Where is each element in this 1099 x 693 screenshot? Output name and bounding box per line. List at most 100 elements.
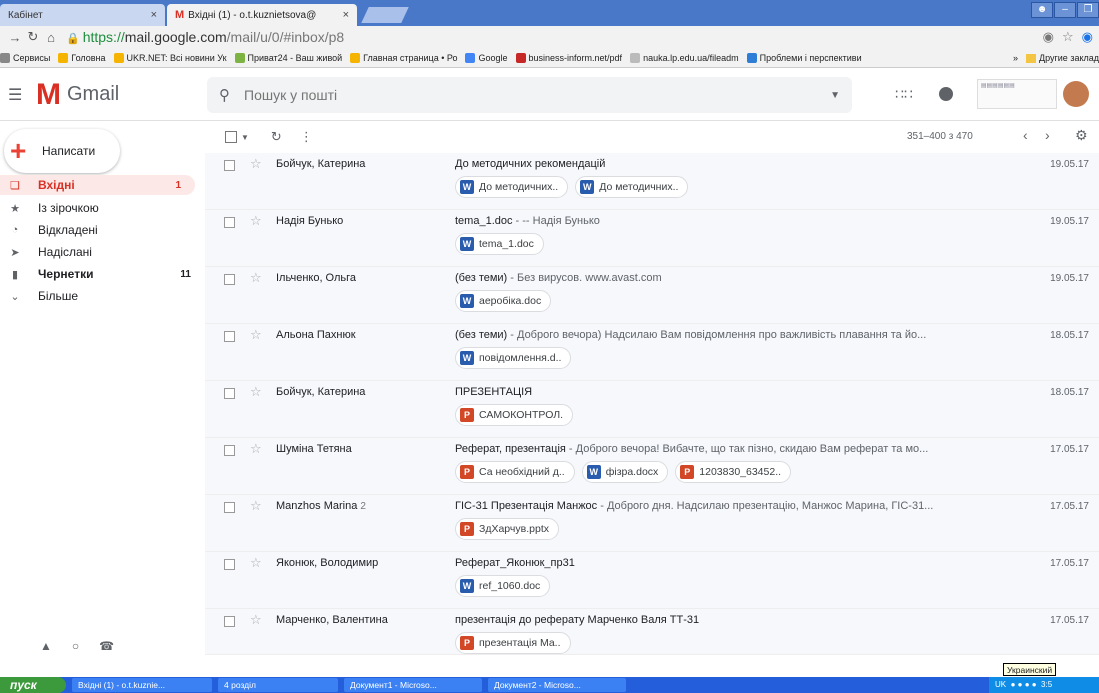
- compose-button[interactable]: + Написати: [4, 129, 120, 173]
- sidebar-item[interactable]: ⌄ Більше: [0, 285, 205, 307]
- bookmark-item[interactable]: Главная страница • Ро: [350, 52, 457, 63]
- bookmark-item[interactable]: nauka.lp.edu.ua/fileadm: [630, 52, 739, 63]
- star-icon[interactable]: ☆: [250, 384, 262, 400]
- chevron-down-icon: ⌄: [10, 290, 20, 303]
- apps-grid-icon[interactable]: ∷∷: [895, 86, 913, 103]
- bookmark-item[interactable]: Сервисы: [0, 52, 50, 63]
- mail-row[interactable]: ☆ Марченко, Валентина презентація до рефе…: [205, 609, 1099, 655]
- row-checkbox[interactable]: [224, 217, 235, 228]
- start-button[interactable]: пуск: [0, 677, 66, 693]
- row-checkbox[interactable]: [224, 616, 235, 627]
- reload-icon[interactable]: ↻: [24, 29, 42, 45]
- hangouts-icon[interactable]: ○: [72, 639, 79, 653]
- taskbar-item[interactable]: Документ1 - Microso...: [344, 678, 482, 692]
- search-bar[interactable]: ⚲ ▼: [207, 77, 852, 113]
- star-icon[interactable]: ☆: [250, 327, 262, 343]
- forward-icon[interactable]: →: [6, 30, 24, 45]
- select-all-checkbox[interactable]: [225, 131, 237, 143]
- row-checkbox[interactable]: [224, 445, 235, 456]
- close-icon[interactable]: ×: [151, 9, 157, 21]
- mail-row[interactable]: ☆ Шуміна Тетяна Реферат, презентація - До…: [205, 438, 1099, 495]
- row-checkbox[interactable]: [224, 160, 235, 171]
- row-checkbox[interactable]: [224, 331, 235, 342]
- taskbar-item[interactable]: Документ2 - Microso...: [488, 678, 626, 692]
- phone-icon[interactable]: ☎: [99, 639, 114, 653]
- mail-row[interactable]: ☆ Надія Бунько tema_1.doc - -- Надія Бунь…: [205, 210, 1099, 267]
- next-page-icon[interactable]: ›: [1045, 127, 1050, 143]
- sidebar-item[interactable]: ★ Із зірочкою: [0, 197, 205, 219]
- bookmark-item[interactable]: Приват24 - Ваш живой: [234, 52, 342, 63]
- bookmark-item[interactable]: Google: [465, 52, 508, 63]
- mail-row[interactable]: ☆ Альона Пахнюк (без теми) - Доброго вечо…: [205, 324, 1099, 381]
- attachment-chip[interactable]: Pпрезентація Ма..: [455, 632, 571, 654]
- taskbar-item[interactable]: Вхідні (1) - o.t.kuznie...: [72, 678, 212, 692]
- url-field[interactable]: 🔒 https://mail.google.com/mail/u/0/#inbox…: [66, 29, 1043, 45]
- bookmark-item[interactable]: Проблеми і перспективи: [746, 52, 862, 63]
- sidebar-item[interactable]: ▮ Чернетки 11: [0, 263, 205, 285]
- more-bookmarks-icon[interactable]: »: [1013, 53, 1018, 63]
- prev-page-icon[interactable]: ‹: [1023, 127, 1028, 143]
- row-checkbox[interactable]: [224, 388, 235, 399]
- star-icon[interactable]: ☆: [250, 612, 262, 628]
- star-icon[interactable]: ☆: [250, 555, 262, 571]
- new-tab-button[interactable]: [361, 7, 409, 23]
- attachment-chip[interactable]: Wаеробіка.doc: [455, 290, 552, 312]
- star-icon[interactable]: ☆: [250, 441, 262, 457]
- star-icon[interactable]: ☆: [250, 270, 262, 286]
- sidebar-item[interactable]: ❏ Вхідні 1: [0, 175, 195, 195]
- user-icon[interactable]: ☻: [1031, 2, 1053, 18]
- bookmark-item[interactable]: business-inform.net/pdf: [515, 52, 622, 63]
- search-icon[interactable]: ⚲: [219, 86, 230, 104]
- attachment-chip[interactable]: P 1203830_63452..: [675, 461, 792, 483]
- mail-row[interactable]: ☆ Ільченко, Ольга (без теми) - Без вирусо…: [205, 267, 1099, 324]
- eye-icon[interactable]: ◉: [1043, 29, 1054, 45]
- row-checkbox[interactable]: [224, 502, 235, 513]
- bookmark-star-icon[interactable]: ☆: [1062, 29, 1074, 45]
- extension-icon[interactable]: ◉: [1082, 29, 1093, 45]
- tab-gmail-inbox[interactable]: M Вхідні (1) - o.t.kuznietsova@ ×: [167, 4, 357, 26]
- search-options-icon[interactable]: ▼: [830, 90, 840, 101]
- attachment-chip[interactable]: Wtema_1.doc: [455, 233, 544, 255]
- bookmark-other[interactable]: » Другие заклад: [1006, 48, 1099, 67]
- star-icon[interactable]: ☆: [250, 213, 262, 229]
- attachment-chip[interactable]: P Са необхідний д..: [455, 461, 575, 483]
- sidebar-item[interactable]: ◔ Відкладені: [0, 219, 205, 241]
- taskbar-item[interactable]: 4 розділ: [218, 678, 338, 692]
- row-checkbox[interactable]: [224, 559, 235, 570]
- mail-row[interactable]: ☆ Бойчук, Катерина ПРЕЗЕНТАЦІЯ 18.05.17 P СА…: [205, 381, 1099, 438]
- home-icon[interactable]: ⌂: [42, 30, 60, 45]
- close-icon[interactable]: ×: [343, 9, 349, 21]
- tray-language[interactable]: UK: [995, 680, 1006, 689]
- search-input[interactable]: [244, 87, 831, 103]
- mail-row[interactable]: ☆ Яконюк, Володимир Реферат_Яконюк_пр31 17…: [205, 552, 1099, 609]
- menu-icon[interactable]: ☰: [8, 85, 28, 105]
- organization-logo[interactable]: ▤▤▤▤▤▤: [976, 79, 1057, 109]
- attachment-chip[interactable]: P ЗдХарчув.pptx: [455, 518, 559, 540]
- bookmark-item[interactable]: UKR.NET: Всі новини Ук: [113, 52, 227, 63]
- attachment-chip[interactable]: Wфізра.docx: [581, 461, 669, 483]
- attachment-chip[interactable]: W До методичних..: [455, 176, 569, 198]
- more-vert-icon[interactable]: ⋮: [300, 129, 313, 145]
- gmail-logo[interactable]: M Gmail: [36, 79, 119, 110]
- star-icon[interactable]: ☆: [250, 498, 262, 514]
- notifications-icon[interactable]: [938, 87, 953, 101]
- sidebar-item[interactable]: ➤ Надіслані: [0, 241, 205, 263]
- mail-row[interactable]: ☆ Manzhos Marina 2 ГІС-31 Презентація Манж…: [205, 495, 1099, 552]
- select-options-icon[interactable]: ▼: [241, 133, 249, 142]
- attachment-chip[interactable]: W До методичних..: [575, 176, 689, 198]
- settings-gear-icon[interactable]: ⚙: [1075, 127, 1088, 144]
- contacts-icon[interactable]: ▲: [40, 639, 52, 653]
- row-checkbox[interactable]: [224, 274, 235, 285]
- mail-row[interactable]: ☆ Бойчук, Катерина До методичних рекоменд…: [205, 153, 1099, 210]
- attachment-chip[interactable]: Wref_1060.doc: [455, 575, 551, 597]
- star-icon[interactable]: ☆: [250, 156, 262, 172]
- sender-name: Manzhos Marina: [276, 500, 358, 512]
- tab-cabinet[interactable]: Кабінет ×: [0, 4, 165, 26]
- attachment-chip[interactable]: Wповідомлення.d..: [455, 347, 572, 369]
- maximize-icon[interactable]: ❐: [1077, 2, 1099, 18]
- attachment-chip[interactable]: P САМОКОНТРОЛ.: [455, 404, 574, 426]
- avatar[interactable]: [1062, 81, 1089, 107]
- bookmark-item[interactable]: Головна: [58, 52, 106, 63]
- refresh-icon[interactable]: ↻: [271, 129, 282, 145]
- minimize-icon[interactable]: –: [1054, 2, 1076, 18]
